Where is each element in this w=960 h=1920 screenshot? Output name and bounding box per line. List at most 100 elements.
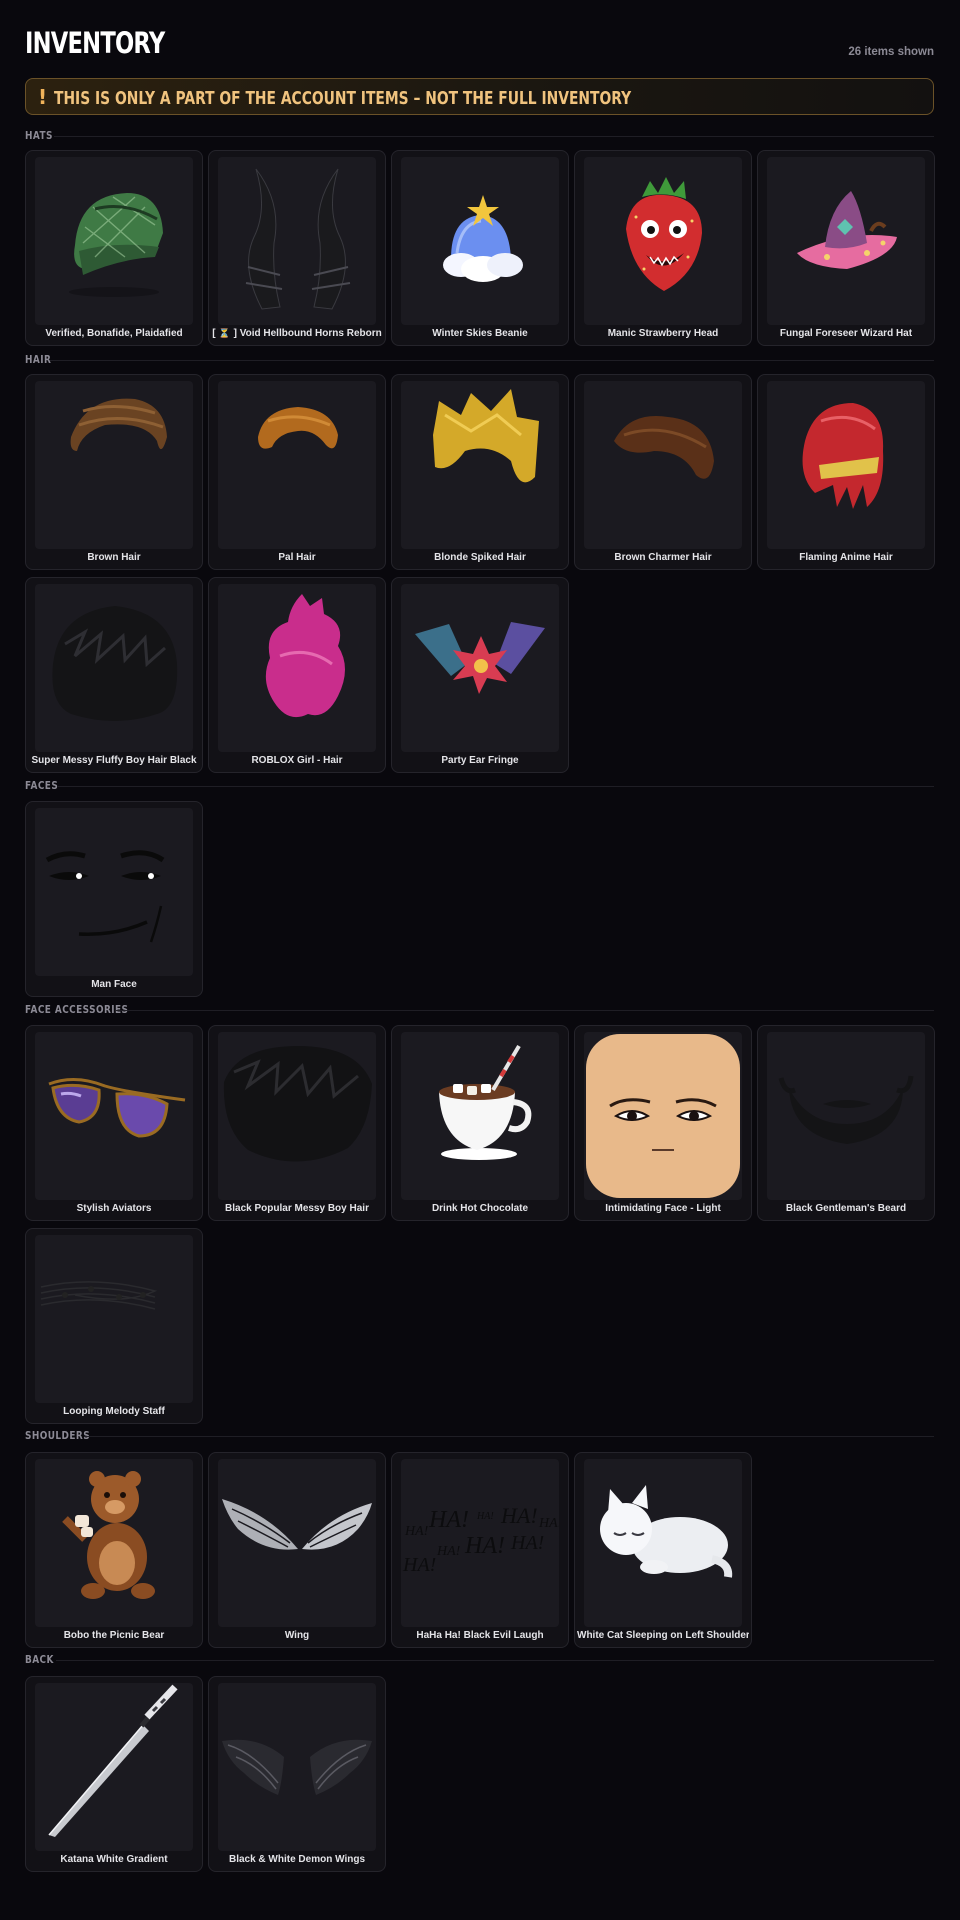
section-label-shoulders: SHOULDERS: [25, 1430, 91, 1442]
item-card[interactable]: Verified, Bonafide, Plaidafied: [25, 150, 203, 346]
item-name: Flaming Anime Hair: [799, 552, 893, 563]
item-name: ROBLOX Girl - Hair: [251, 755, 343, 766]
laugh-word: HA!: [464, 1533, 505, 1559]
beard-icon: [767, 1032, 925, 1200]
aviators-icon: [35, 1032, 193, 1200]
item-card[interactable]: Brown Hair: [25, 374, 203, 570]
item-card[interactable]: Party Ear Fringe: [391, 577, 569, 773]
item-name: HaHa Ha! Black Evil Laugh: [416, 1630, 544, 1641]
item-name: Winter Skies Beanie: [432, 328, 528, 339]
blonde-hair-icon: [401, 381, 559, 549]
man-face-icon: [35, 808, 193, 976]
laugh-text-icon: HA! HA! HA! HA! HA! HA! HA! HA! HA!: [401, 1459, 559, 1627]
section-label-back: BACK: [25, 1654, 54, 1666]
item-name: Brown Hair: [87, 552, 141, 563]
item-card[interactable]: Flaming Anime Hair: [757, 374, 935, 570]
ear-fringe-icon: [401, 584, 559, 752]
item-name: Bobo the Picnic Bear: [63, 1630, 165, 1641]
item-name: White Cat Sleeping on Left Shoulder: [577, 1630, 749, 1641]
melody-staff-icon: [35, 1235, 193, 1403]
item-card[interactable]: Looping Melody Staff: [25, 1228, 203, 1424]
brown-hair-icon: [35, 381, 193, 549]
section-divider: [50, 360, 934, 361]
page-title: INVENTORY: [25, 26, 165, 60]
item-card[interactable]: White Cat Sleeping on Left Shoulder: [574, 1452, 752, 1648]
item-name: Black Gentleman's Beard: [785, 1203, 907, 1214]
wizard-hat-icon: [767, 157, 925, 325]
section-label-hair: HAIR: [25, 354, 52, 366]
item-name: Manic Strawberry Head: [607, 328, 719, 339]
laugh-word: HA!: [538, 1516, 559, 1531]
section-label-hats: HATS: [25, 130, 53, 142]
item-card[interactable]: HA! HA! HA! HA! HA! HA! HA! HA! HA! HaHa…: [391, 1452, 569, 1648]
horns-icon: [218, 157, 376, 325]
section-divider: [54, 136, 934, 137]
messy-hair-icon: [35, 584, 193, 752]
charmer-hair-icon: [584, 381, 742, 549]
item-card[interactable]: [ ⏳ ] Void Hellbound Horns Reborn: [208, 150, 386, 346]
item-name: Super Messy Fluffy Boy Hair Black: [31, 755, 197, 766]
item-card[interactable]: Intimidating Face - Light: [574, 1025, 752, 1221]
laugh-word: HA!: [402, 1554, 436, 1576]
section-divider: [84, 1436, 934, 1437]
item-card[interactable]: Man Face: [25, 801, 203, 997]
warning-banner: ! THIS IS ONLY A PART OF THE ACCOUNT ITE…: [25, 78, 934, 115]
item-name: Verified, Bonafide, Plaidafied: [45, 328, 183, 339]
item-name: Pal Hair: [278, 552, 316, 563]
strawberry-icon: [584, 157, 742, 325]
beanie-icon: [401, 157, 559, 325]
items-count: 26 items shown: [848, 46, 934, 58]
item-card[interactable]: Stylish Aviators: [25, 1025, 203, 1221]
item-name: Man Face: [91, 979, 137, 990]
item-card[interactable]: Pal Hair: [208, 374, 386, 570]
laugh-word: HA!: [500, 1503, 538, 1528]
item-card[interactable]: Super Messy Fluffy Boy Hair Black: [25, 577, 203, 773]
laugh-word: HA!: [436, 1544, 461, 1559]
item-card[interactable]: Blonde Spiked Hair: [391, 374, 569, 570]
item-name: Katana White Gradient: [60, 1854, 168, 1865]
item-card[interactable]: Black Gentleman's Beard: [757, 1025, 935, 1221]
item-card[interactable]: Black Popular Messy Boy Hair: [208, 1025, 386, 1221]
laugh-word: HA!: [476, 1511, 494, 1522]
intimidating-face-icon: [584, 1032, 742, 1200]
section-label-faces: FACES: [25, 780, 59, 792]
laugh-word: HA!: [404, 1524, 429, 1539]
laugh-word: HA!: [510, 1532, 544, 1554]
item-card[interactable]: Drink Hot Chocolate: [391, 1025, 569, 1221]
item-card[interactable]: Katana White Gradient: [25, 1676, 203, 1872]
sleeping-cat-icon: [584, 1459, 742, 1627]
section-divider: [56, 1660, 934, 1661]
demon-wings-icon: [218, 1683, 376, 1851]
item-name: Blonde Spiked Hair: [434, 552, 526, 563]
item-card[interactable]: Manic Strawberry Head: [574, 150, 752, 346]
item-card[interactable]: Black & White Demon Wings: [208, 1676, 386, 1872]
item-name: Intimidating Face - Light: [605, 1203, 721, 1214]
item-name: Black & White Demon Wings: [228, 1854, 366, 1865]
warning-icon: !: [38, 85, 48, 109]
item-name: [ ⏳ ] Void Hellbound Horns Reborn: [212, 328, 382, 339]
plaid-cap-icon: [35, 157, 193, 325]
bear-icon: [35, 1459, 193, 1627]
item-name: Black Popular Messy Boy Hair: [225, 1203, 369, 1214]
item-card[interactable]: Brown Charmer Hair: [574, 374, 752, 570]
item-name: Brown Charmer Hair: [614, 552, 712, 563]
item-name: Looping Melody Staff: [63, 1406, 165, 1417]
flaming-hair-icon: [767, 381, 925, 549]
item-name: Fungal Foreseer Wizard Hat: [779, 328, 913, 339]
item-card[interactable]: Bobo the Picnic Bear: [25, 1452, 203, 1648]
laugh-word: HA!: [428, 1507, 469, 1533]
black-messy-hair-icon: [218, 1032, 376, 1200]
item-name: Party Ear Fringe: [441, 755, 519, 766]
item-card[interactable]: ROBLOX Girl - Hair: [208, 577, 386, 773]
item-card[interactable]: Fungal Foreseer Wizard Hat: [757, 150, 935, 346]
katana-icon: [35, 1683, 193, 1851]
item-card[interactable]: Wing: [208, 1452, 386, 1648]
girl-hair-icon: [218, 584, 376, 752]
page-header: INVENTORY 26 items shown: [25, 26, 934, 66]
section-divider: [116, 1010, 934, 1011]
section-label-face-accessories: FACE ACCESSORIES: [25, 1004, 129, 1016]
wing-icon: [218, 1459, 376, 1627]
pal-hair-icon: [218, 381, 376, 549]
item-card[interactable]: Winter Skies Beanie: [391, 150, 569, 346]
item-name: Wing: [284, 1630, 310, 1641]
